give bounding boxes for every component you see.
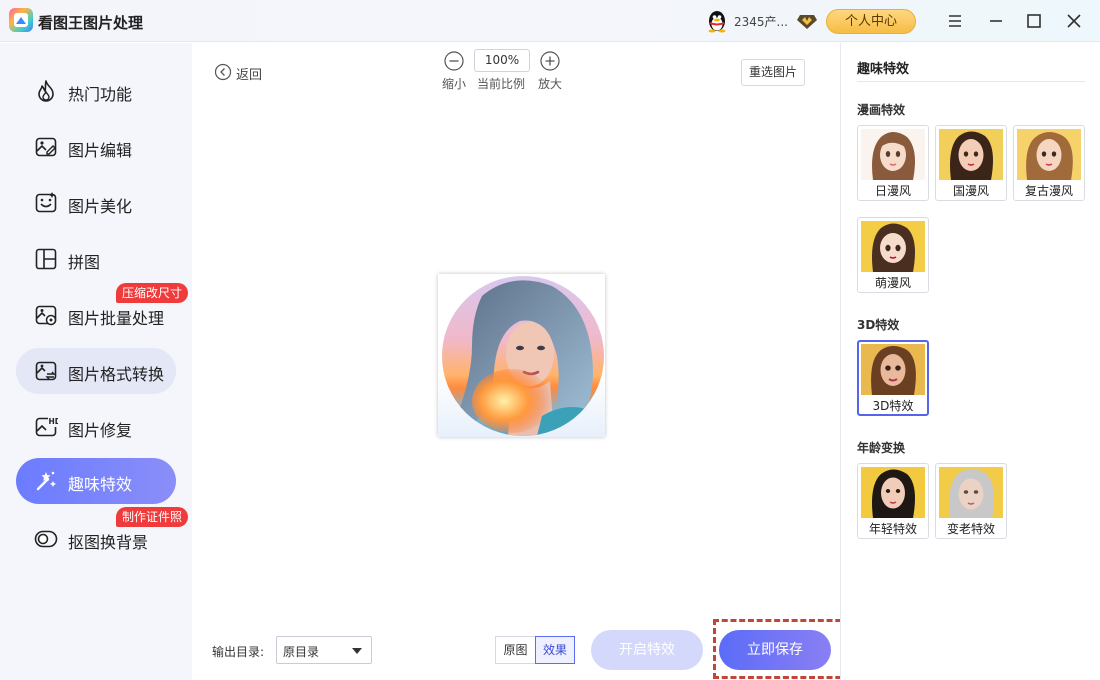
app-logo-icon: [9, 8, 33, 32]
sidebar-item-label: 图片编辑: [68, 141, 133, 160]
image-edit-icon: [35, 137, 57, 157]
effect-card-label: 变老特效: [946, 522, 995, 536]
effect-card-label: 日漫风: [874, 184, 911, 198]
flame-icon: [38, 80, 54, 102]
zoom-value-field[interactable]: 100%: [474, 49, 530, 72]
effect-card-older[interactable]: 变老特效: [935, 463, 1007, 539]
sidebar-item-label: 图片美化: [68, 197, 133, 216]
sidebar-item-repair[interactable]: HD 图片修复: [16, 404, 176, 450]
effect-card-younger[interactable]: 年轻特效: [857, 463, 929, 539]
effect-card-retro-comic[interactable]: 复古漫风: [1013, 125, 1085, 201]
vip-diamond-icon[interactable]: [797, 12, 817, 30]
hd-repair-icon: HD: [35, 417, 59, 437]
app-title: 看图王图片处理: [38, 14, 144, 32]
start-effect-button[interactable]: 开启特效: [591, 630, 703, 670]
sidebar-item-label: 图片格式转换: [68, 365, 165, 384]
output-dir-select[interactable]: 原目录: [276, 636, 372, 664]
chevron-down-icon: [352, 648, 362, 654]
section-title-comic: 漫画特效: [857, 103, 906, 117]
effect-card-cute-comic[interactable]: 萌漫风: [857, 217, 929, 293]
back-arrow-icon: [214, 63, 232, 81]
zoom-out-label: 缩小: [442, 77, 467, 91]
maximize-icon[interactable]: [1023, 10, 1045, 32]
cutout-badge: 制作证件照: [116, 507, 189, 527]
effect-card-label: 萌漫风: [874, 276, 911, 290]
effect-thumbnail: [1017, 129, 1081, 180]
sidebar-item-collage[interactable]: 拼图: [16, 236, 176, 282]
effect-thumbnail: [861, 221, 925, 272]
reselect-image-button[interactable]: 重选图片: [741, 59, 805, 86]
effect-thumbnail: [861, 344, 925, 395]
effect-thumbnail: [939, 129, 1003, 180]
sidebar-item-beautify[interactable]: 图片美化: [16, 180, 176, 226]
effect-thumbnail: [939, 467, 1003, 518]
batch-badge: 压缩改尺寸: [116, 283, 189, 303]
minimize-icon[interactable]: [985, 10, 1007, 32]
view-effect-toggle[interactable]: 效果: [535, 636, 575, 664]
zoom-in-label: 放大: [538, 77, 563, 91]
effect-card-label: 年轻特效: [868, 522, 917, 536]
zoom-current-label: 当前比例: [477, 77, 526, 91]
svg-text:HD: HD: [49, 417, 59, 426]
portrait-image: [457, 280, 593, 436]
sidebar-item-label: 趣味特效: [68, 475, 133, 494]
menu-icon[interactable]: [944, 10, 966, 32]
batch-image-icon: [35, 305, 57, 326]
qq-penguin-icon[interactable]: [706, 9, 728, 33]
effect-card-label: 复古漫风: [1024, 184, 1073, 198]
effect-thumbnail: [861, 129, 925, 180]
sidebar-item-fun-effects[interactable]: 趣味特效: [16, 458, 176, 504]
output-dir-value: 原目录: [283, 645, 320, 659]
panel-divider: [857, 81, 1085, 82]
sidebar-item-format[interactable]: 图片格式转换: [16, 348, 176, 394]
effect-card-japanese-comic[interactable]: 日漫风: [857, 125, 929, 201]
sidebar: 热门功能 图片编辑 图片美化 拼图 图片批量处理 图片格式转换 HD 图片修复 …: [0, 43, 192, 680]
image-beautify-icon: [35, 192, 57, 213]
sidebar-item-label: 图片批量处理: [68, 309, 165, 328]
close-icon[interactable]: [1063, 10, 1085, 32]
cutout-icon: [34, 530, 58, 548]
effect-thumbnail: [861, 467, 925, 518]
sidebar-item-edit[interactable]: 图片编辑: [16, 124, 176, 170]
personal-center-button[interactable]: 个人中心: [826, 9, 916, 34]
sidebar-item-label: 图片修复: [68, 421, 133, 440]
format-convert-icon: [35, 361, 57, 381]
sidebar-item-label: 抠图换背景: [68, 533, 149, 552]
save-now-button[interactable]: 立即保存: [719, 630, 831, 670]
user-name[interactable]: 2345产...: [734, 13, 788, 30]
output-dir-label: 输出目录:: [212, 645, 265, 659]
back-label: 返回: [236, 68, 263, 83]
section-title-age: 年龄变换: [857, 441, 906, 455]
zoom-out-icon[interactable]: [444, 51, 464, 71]
view-original-toggle[interactable]: 原图: [495, 636, 536, 664]
effect-card-label: 国漫风: [952, 184, 989, 198]
magic-wand-icon: [36, 471, 56, 491]
title-bar: 看图王图片处理 2345产... 个人中心: [0, 0, 1100, 42]
effect-card-3d[interactable]: 3D特效: [857, 340, 929, 416]
effect-card-label: 3D特效: [872, 399, 914, 413]
sidebar-item-hot[interactable]: 热门功能: [16, 68, 176, 114]
effects-panel: 趣味特效 漫画特效 日漫风 国漫风 复古漫风 萌漫风 3D特效 3D特效 年龄变…: [840, 43, 1100, 680]
sidebar-item-label: 热门功能: [68, 85, 133, 104]
section-title-3d: 3D特效: [857, 318, 900, 332]
sidebar-item-label: 拼图: [68, 253, 101, 272]
effect-card-chinese-comic[interactable]: 国漫风: [935, 125, 1007, 201]
collage-icon: [35, 248, 57, 270]
preview-image: [438, 274, 605, 437]
main-canvas: 返回 100% 缩小 当前比例 放大 重选图片 输出目录: 原目录 原图 效果 …: [192, 43, 850, 680]
panel-title: 趣味特效: [857, 62, 910, 77]
zoom-in-icon[interactable]: [540, 51, 560, 71]
